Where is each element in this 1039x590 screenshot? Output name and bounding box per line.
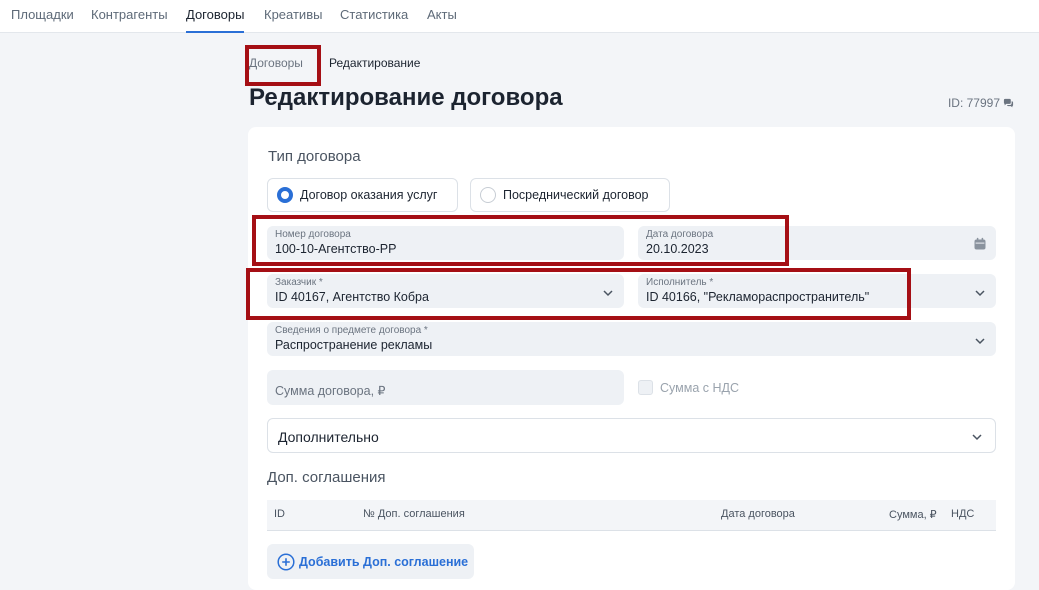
nav-item-statistics[interactable]: Статистика xyxy=(340,7,408,22)
top-navigation: Площадки Контрагенты Договоры Креативы С… xyxy=(0,0,1039,33)
field-value: Распространение рекламы xyxy=(275,338,433,352)
contract-date-field[interactable]: Дата договора 20.10.2023 xyxy=(638,226,996,260)
field-label: Номер договора xyxy=(275,229,351,240)
chevron-down-icon xyxy=(972,434,982,441)
field-value: 100-10-Агентство-РР xyxy=(275,242,397,256)
nav-item-creatives[interactable]: Креативы xyxy=(264,7,322,22)
radio-label: Посреднический договор xyxy=(503,188,649,202)
nav-item-counterparties[interactable]: Контрагенты xyxy=(91,7,168,22)
chevron-down-icon xyxy=(975,290,985,297)
page-title: Редактирование договора xyxy=(249,84,563,111)
checkbox-label: Сумма с НДС xyxy=(660,380,739,395)
checkbox-box[interactable] xyxy=(638,380,653,395)
record-id: ID: 77997 xyxy=(948,96,1014,110)
vat-checkbox[interactable]: Сумма с НДС xyxy=(638,380,739,395)
nav-item-acts[interactable]: Акты xyxy=(427,7,457,22)
radio-intermediary-contract[interactable]: Посреднический договор xyxy=(470,178,670,212)
field-label: Исполнитель * xyxy=(646,277,714,288)
column-header-vat: НДС xyxy=(951,508,975,520)
calendar-icon[interactable] xyxy=(973,237,987,251)
radio-checked-icon xyxy=(277,187,293,203)
contract-subject-select[interactable]: Сведения о предмете договора * Распростр… xyxy=(267,322,996,356)
nav-item-contracts[interactable]: Договоры xyxy=(186,7,244,22)
chevron-down-icon xyxy=(603,290,613,297)
comments-icon[interactable] xyxy=(1003,98,1014,109)
supplements-table-header: ID № Доп. соглашения Дата договора Сумма… xyxy=(267,500,996,531)
executor-select[interactable]: Исполнитель * ID 40166, "Рекламораспрост… xyxy=(638,274,996,308)
field-value: ID 40166, "Рекламораспространитель" xyxy=(646,290,870,304)
field-placeholder: Сумма договора, ₽ xyxy=(275,384,386,398)
add-supplement-label: Добавить Доп. соглашение xyxy=(299,554,469,569)
additional-section-toggle[interactable]: Дополнительно xyxy=(267,418,996,453)
field-label: Сведения о предмете договора * xyxy=(275,325,428,336)
section-title-supplements: Доп. соглашения xyxy=(267,469,386,486)
active-tab-indicator xyxy=(186,31,244,33)
breadcrumb-link-contracts[interactable]: Договоры xyxy=(249,56,303,70)
additional-label: Дополнительно xyxy=(278,429,379,445)
field-label: Заказчик * xyxy=(275,277,323,288)
column-header-amount: Сумма, ₽ xyxy=(889,509,937,521)
record-id-label: ID: 77997 xyxy=(947,96,1000,110)
contract-amount-input[interactable]: Сумма договора, ₽ xyxy=(267,370,624,405)
add-supplement-button[interactable]: Добавить Доп. соглашение xyxy=(267,544,474,579)
column-header-id: ID xyxy=(274,508,285,520)
breadcrumb-current: Редактирование xyxy=(329,56,421,70)
nav-item-platforms[interactable]: Площадки xyxy=(11,7,74,22)
field-label: Дата договора xyxy=(646,229,714,240)
section-title-contract-type: Тип договора xyxy=(268,148,361,165)
chevron-down-icon xyxy=(975,338,985,345)
contract-number-field[interactable]: Номер договора 100-10-Агентство-РР xyxy=(267,226,624,260)
column-header-number: № Доп. соглашения xyxy=(363,508,465,520)
plus-circle-icon xyxy=(277,552,295,571)
customer-select[interactable]: Заказчик * ID 40167, Агентство Кобра xyxy=(267,274,624,308)
radio-services-contract[interactable]: Договор оказания услуг xyxy=(267,178,458,212)
radio-label: Договор оказания услуг xyxy=(300,188,438,202)
radio-unchecked-icon xyxy=(480,187,496,203)
field-value: 20.10.2023 xyxy=(646,242,709,256)
column-header-date: Дата договора xyxy=(721,508,795,520)
field-value: ID 40167, Агентство Кобра xyxy=(275,290,429,304)
